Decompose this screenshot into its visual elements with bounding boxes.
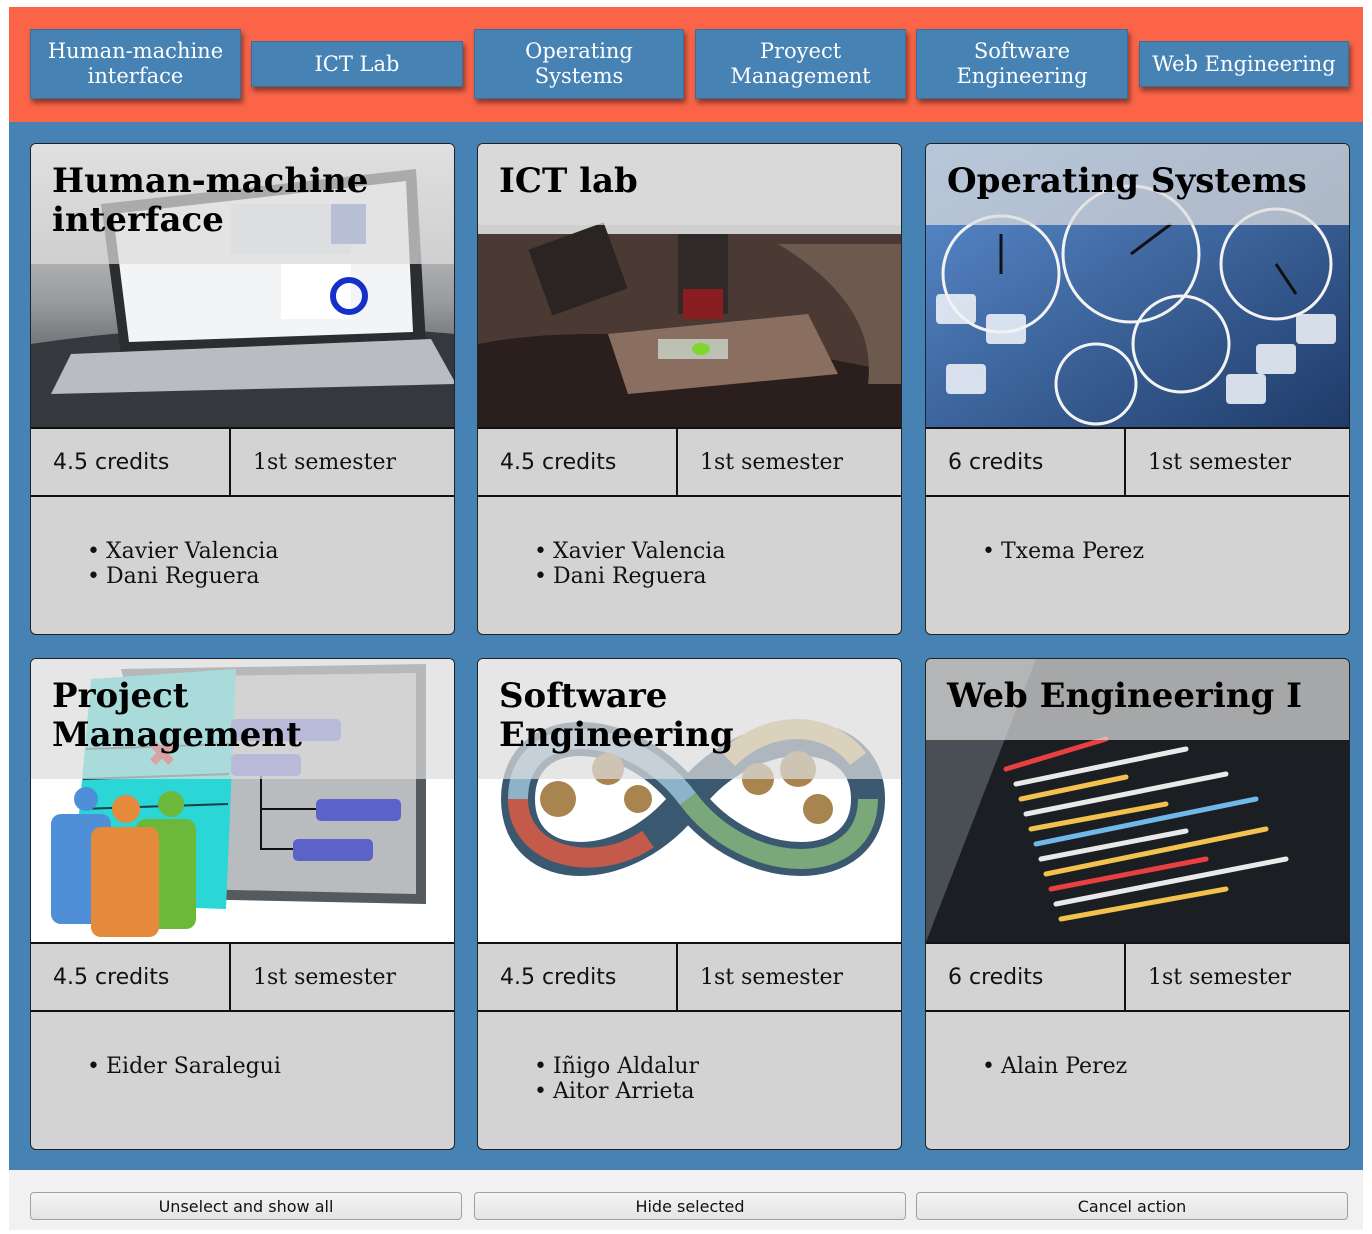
teacher-item: Txema Perez <box>982 539 1349 564</box>
course-card-human-machine-interface[interactable]: Human-machine interface 4.5 credits 1st … <box>30 143 455 635</box>
nav-label: Web Engineering <box>1152 51 1336 76</box>
teacher-item: Xavier Valencia <box>87 539 454 564</box>
course-card-operating-systems[interactable]: Operating Systems 6 credits 1st semester… <box>925 143 1350 635</box>
nav-button-operating-systems[interactable]: Operating Systems <box>474 29 684 99</box>
teacher-item: Iñigo Aldalur <box>534 1054 901 1079</box>
nav-button-human-machine-interface[interactable]: Human-machine interface <box>30 29 241 99</box>
action-bar: Unselect and show all Hide selected Canc… <box>9 1170 1363 1230</box>
course-info-row: 4.5 credits 1st semester <box>31 427 454 497</box>
teacher-item: Dani Reguera <box>87 564 454 589</box>
course-info-row: 6 credits 1st semester <box>926 427 1349 497</box>
nav-label: Operating Systems <box>525 39 633 88</box>
teacher-list: Eider Saralegui <box>31 1012 454 1149</box>
course-grid: Human-machine interface 4.5 credits 1st … <box>9 122 1363 1170</box>
course-credits: 4.5 credits <box>31 944 231 1010</box>
course-card-project-management[interactable]: Project Management 4.5 credits 1st semes… <box>30 658 455 1150</box>
course-info-row: 4.5 credits 1st semester <box>31 942 454 1012</box>
teacher-list: Xavier Valencia Dani Reguera <box>478 497 901 634</box>
nav-button-software-engineering[interactable]: Software Engineering <box>916 29 1128 99</box>
nav-button-web-engineering[interactable]: Web Engineering <box>1139 41 1349 87</box>
course-semester: 1st semester <box>700 964 843 990</box>
course-info-row: 6 credits 1st semester <box>926 942 1349 1012</box>
teacher-item: Aitor Arrieta <box>534 1079 901 1104</box>
course-info-row: 4.5 credits 1st semester <box>478 427 901 497</box>
course-title: Project Management <box>31 659 454 779</box>
teacher-item: Xavier Valencia <box>534 539 901 564</box>
course-title: Web Engineering I <box>926 659 1349 740</box>
nav-label: Human-machine interface <box>47 39 224 88</box>
teacher-list: Txema Perez <box>926 497 1349 634</box>
nav-label: Proyect Management <box>730 39 871 88</box>
teacher-list: Xavier Valencia Dani Reguera <box>31 497 454 634</box>
top-nav: Human-machine interface ICT Lab Operatin… <box>9 7 1363 122</box>
course-title: ICT lab <box>478 144 901 225</box>
course-semester: 1st semester <box>1148 449 1291 475</box>
course-title: Software Engineering <box>478 659 901 779</box>
course-credits: 4.5 credits <box>478 429 678 495</box>
course-credits: 4.5 credits <box>31 429 231 495</box>
course-semester: 1st semester <box>253 449 396 475</box>
nav-button-ict-lab[interactable]: ICT Lab <box>251 41 463 87</box>
unselect-show-all-button[interactable]: Unselect and show all <box>30 1192 462 1220</box>
nav-button-proyect-management[interactable]: Proyect Management <box>695 29 906 99</box>
course-semester: 1st semester <box>1148 964 1291 990</box>
course-credits: 4.5 credits <box>478 944 678 1010</box>
teacher-list: Alain Perez <box>926 1012 1349 1149</box>
course-info-row: 4.5 credits 1st semester <box>478 942 901 1012</box>
course-card-software-engineering[interactable]: Software Engineering 4.5 credits 1st sem… <box>477 658 902 1150</box>
course-title: Human-machine interface <box>31 144 454 264</box>
course-semester: 1st semester <box>700 449 843 475</box>
course-semester: 1st semester <box>253 964 396 990</box>
app-window: Human-machine interface ICT Lab Operatin… <box>9 7 1363 1230</box>
teacher-list: Iñigo Aldalur Aitor Arrieta <box>478 1012 901 1149</box>
nav-label: ICT Lab <box>314 51 400 76</box>
teacher-item: Dani Reguera <box>534 564 901 589</box>
course-credits: 6 credits <box>926 944 1126 1010</box>
teacher-item: Eider Saralegui <box>87 1054 454 1079</box>
course-credits: 6 credits <box>926 429 1126 495</box>
course-title: Operating Systems <box>926 144 1349 225</box>
nav-label: Software Engineering <box>956 39 1088 88</box>
teacher-item: Alain Perez <box>982 1054 1349 1079</box>
hide-selected-button[interactable]: Hide selected <box>474 1192 906 1220</box>
course-card-web-engineering[interactable]: Web Engineering I 6 credits 1st semester… <box>925 658 1350 1150</box>
cancel-action-button[interactable]: Cancel action <box>916 1192 1348 1220</box>
course-card-ict-lab[interactable]: ICT lab 4.5 credits 1st semester Xavier … <box>477 143 902 635</box>
